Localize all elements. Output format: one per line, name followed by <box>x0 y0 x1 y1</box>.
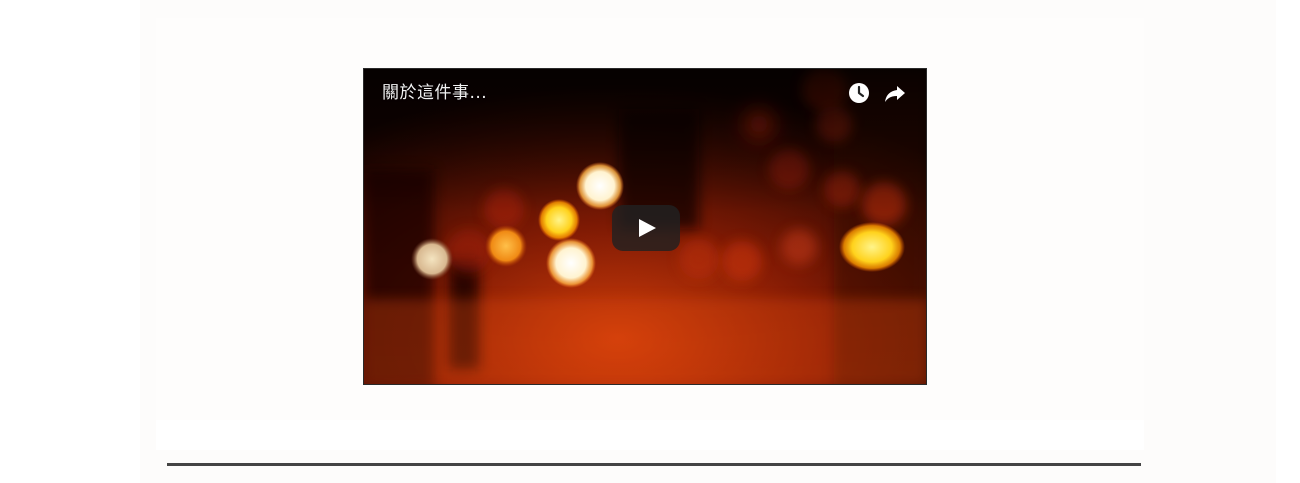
section-divider <box>167 463 1141 466</box>
play-icon <box>639 219 656 237</box>
page: 關於這件事... <box>0 0 1300 483</box>
play-button[interactable] <box>612 205 680 251</box>
embedded-video-player[interactable]: 關於這件事... <box>363 68 927 385</box>
card-spacer <box>156 420 1144 450</box>
share-arrow-icon <box>885 86 905 102</box>
video-title[interactable]: 關於這件事... <box>382 82 487 104</box>
clock-icon <box>849 83 869 103</box>
share-button[interactable] <box>883 81 907 105</box>
watch-later-button[interactable] <box>847 81 871 105</box>
